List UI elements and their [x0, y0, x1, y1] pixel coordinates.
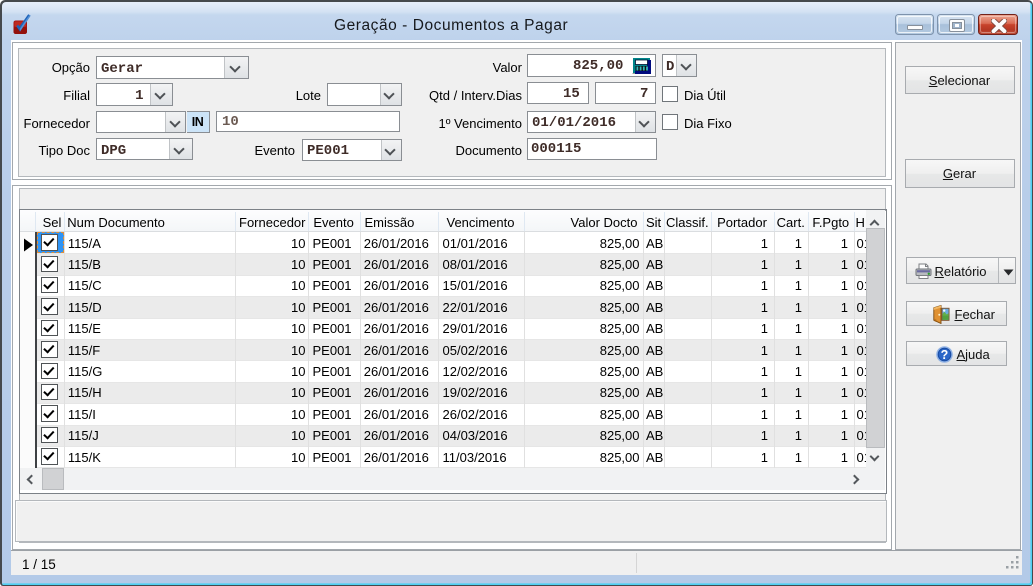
svg-text:?: ? — [940, 348, 948, 362]
